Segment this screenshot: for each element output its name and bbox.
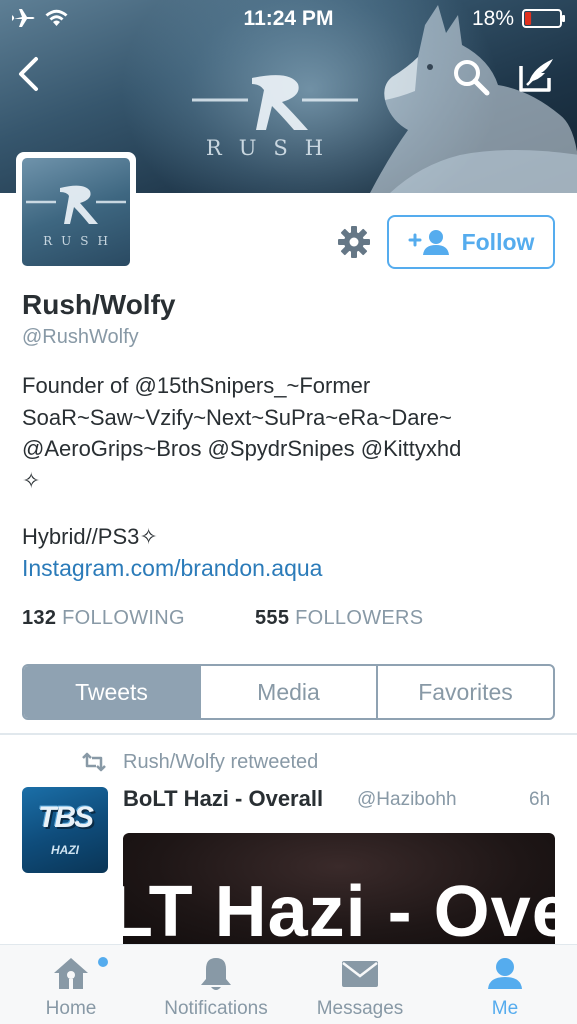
tweet-media-text: LT Hazi - Ove — [123, 872, 555, 945]
rush-logo-icon — [26, 185, 126, 224]
profile-location: Hybrid//PS3✧ — [22, 524, 158, 549]
tab-media[interactable]: Media — [199, 666, 376, 718]
follow-label: Follow — [461, 228, 535, 255]
tab-bar-messages[interactable]: Messages — [306, 945, 414, 1024]
profile-bio: Founder of @15thSnipers_~Former SoaR~Saw… — [22, 373, 462, 493]
envelope-icon — [342, 961, 378, 987]
add-user-icon — [408, 230, 449, 255]
battery-icon — [522, 9, 565, 28]
tab-bar-home-label: Home — [45, 998, 97, 1019]
tab-favorites[interactable]: Favorites — [376, 666, 553, 718]
profile-tabs: Tweets Media Favorites — [22, 664, 555, 720]
compose-icon[interactable] — [517, 56, 557, 94]
tweet-timestamp: 6h — [529, 789, 551, 810]
tweet-avatar-logo: TBS — [38, 801, 94, 834]
profile-avatar[interactable]: RUSH — [16, 152, 136, 272]
tab-bar-me[interactable]: Me — [470, 945, 540, 1024]
follow-button[interactable]: Follow — [387, 215, 555, 269]
profile-website-link[interactable]: Instagram.com/brandon.aqua — [22, 555, 322, 582]
rush-logo-icon — [192, 75, 358, 130]
tab-bar-me-label: Me — [491, 998, 519, 1019]
following-count: 132 — [22, 607, 57, 629]
profile-handle: @RushWolfy — [22, 326, 139, 348]
following-stat[interactable]: 132 FOLLOWING — [22, 607, 185, 630]
bottom-tab-bar: Home Notifications Messages Me — [0, 944, 577, 1024]
banner-brand-text: RUSH — [205, 136, 341, 160]
followers-count: 555 — [255, 607, 290, 629]
battery-fill — [525, 12, 532, 25]
tweet-author-handle: @Hazibohh — [357, 789, 457, 810]
tab-bar-home[interactable]: Home — [20, 945, 122, 1024]
tab-bar-messages-label: Messages — [316, 998, 404, 1019]
back-icon[interactable] — [14, 56, 44, 92]
following-label: FOLLOWING — [62, 607, 185, 629]
search-icon[interactable] — [452, 58, 490, 96]
gear-icon[interactable] — [336, 224, 372, 260]
tab-bar-notifications[interactable]: Notifications — [150, 945, 282, 1024]
tweet-media-image[interactable]: LT Hazi - Ove — [123, 833, 555, 945]
status-bar: 11:24 PM 18% — [0, 0, 577, 38]
timeline-divider — [0, 733, 577, 735]
retweet-icon — [82, 752, 106, 772]
avatar-brand-text: RUSH — [43, 234, 117, 248]
followers-stat[interactable]: 555 FOLLOWERS — [255, 607, 423, 630]
bell-icon — [201, 958, 231, 990]
tab-tweets[interactable]: Tweets — [24, 666, 199, 718]
tweet-avatar-subtext: HAZI — [51, 843, 79, 857]
avatar-image: RUSH — [22, 158, 130, 266]
retweet-context: Rush/Wolfy retweeted — [123, 751, 319, 773]
tab-bar-notifications-label: Notifications — [164, 998, 268, 1019]
followers-label: FOLLOWERS — [295, 607, 424, 629]
battery-percent: 18% — [472, 7, 515, 30]
person-icon — [488, 958, 522, 989]
home-icon — [54, 958, 88, 989]
tweet-avatar[interactable]: TBS HAZI — [22, 787, 108, 873]
display-name: Rush/Wolfy — [22, 289, 176, 320]
home-badge — [98, 957, 108, 967]
tweet-author-name[interactable]: BoLT Hazi - Overall — [123, 786, 323, 812]
